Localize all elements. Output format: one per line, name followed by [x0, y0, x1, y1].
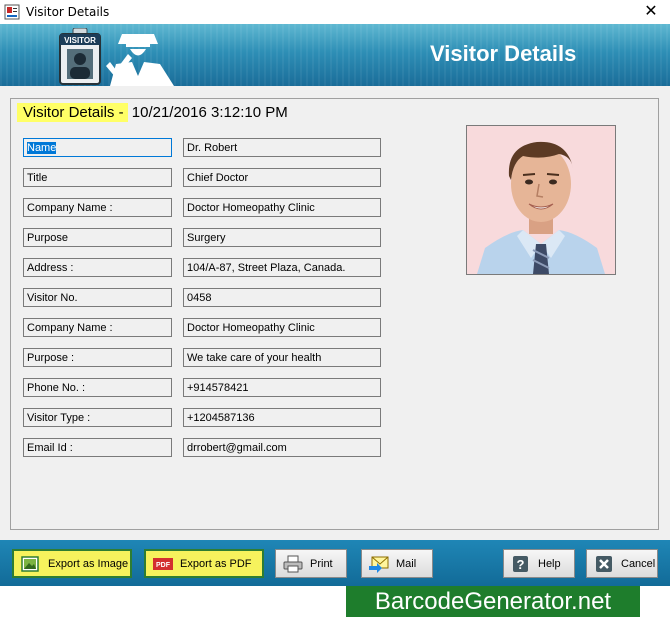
- cancel-icon: [596, 555, 612, 572]
- address-field[interactable]: 104/A-87, Street Plaza, Canada.: [183, 258, 381, 277]
- visitor-badge-icon: VISITOR: [59, 28, 101, 85]
- visitor-portrait-image: [467, 126, 615, 274]
- help-label: Help: [538, 557, 561, 570]
- print-button[interactable]: Print: [275, 549, 347, 578]
- brand-watermark: BarcodeGenerator.net: [346, 586, 640, 617]
- help-button[interactable]: ? Help: [503, 549, 575, 578]
- title-label[interactable]: Title: [23, 168, 172, 187]
- svg-text:?: ?: [517, 557, 525, 572]
- panel-title: Visitor Details - 10/21/2016 3:12:10 PM: [17, 103, 288, 126]
- export-pdf-button[interactable]: PDF Export as PDF: [144, 549, 264, 578]
- panel-title-label: Visitor Details -: [17, 103, 128, 122]
- phone-no-field[interactable]: +914578421: [183, 378, 381, 397]
- close-icon[interactable]: ✕: [632, 0, 670, 24]
- export-pdf-label: Export as PDF: [180, 557, 252, 570]
- export-image-label: Export as Image: [48, 557, 129, 570]
- name-label[interactable]: Name: [23, 138, 172, 157]
- address-label[interactable]: Address :: [23, 258, 172, 277]
- company-name-label[interactable]: Company Name :: [23, 198, 172, 217]
- timestamp: 10/21/2016 3:12:10 PM: [131, 104, 288, 121]
- company-name-field[interactable]: Doctor Homeopathy Clinic: [183, 198, 381, 217]
- purpose-2-field[interactable]: We take care of your health: [183, 348, 381, 367]
- phone-no-label[interactable]: Phone No. :: [23, 378, 172, 397]
- visitor-type-label[interactable]: Visitor Type :: [23, 408, 172, 427]
- pdf-export-icon: PDF: [153, 557, 173, 570]
- email-id-field[interactable]: drrobert@gmail.com: [183, 438, 381, 457]
- export-image-button[interactable]: Export as Image: [12, 549, 132, 578]
- badge-label: VISITOR: [64, 36, 96, 45]
- title-bar: Visitor Details ✕: [0, 0, 670, 24]
- visitor-no-label[interactable]: Visitor No.: [23, 288, 172, 307]
- window-title: Visitor Details: [26, 5, 110, 19]
- name-field[interactable]: Dr. Robert: [183, 138, 381, 157]
- help-icon: ?: [513, 555, 528, 572]
- mail-icon: [369, 556, 389, 573]
- purpose-label[interactable]: Purpose: [23, 228, 172, 247]
- print-label: Print: [310, 557, 333, 570]
- cancel-button[interactable]: Cancel: [586, 549, 658, 578]
- purpose-field[interactable]: Surgery: [183, 228, 381, 247]
- title-field[interactable]: Chief Doctor: [183, 168, 381, 187]
- cancel-label: Cancel: [621, 557, 656, 570]
- header-banner: VISITOR Visitor Details: [0, 24, 670, 86]
- mail-label: Mail: [396, 557, 417, 570]
- mail-button[interactable]: Mail: [361, 549, 433, 578]
- visitor-no-field[interactable]: 0458: [183, 288, 381, 307]
- purpose-2-label[interactable]: Purpose :: [23, 348, 172, 367]
- email-id-label[interactable]: Email Id :: [23, 438, 172, 457]
- company-name-2-label[interactable]: Company Name :: [23, 318, 172, 337]
- pdf-icon-label: PDF: [156, 562, 171, 569]
- company-name-2-field[interactable]: Doctor Homeopathy Clinic: [183, 318, 381, 337]
- visitor-photo: [466, 125, 616, 275]
- printer-icon: [283, 555, 303, 572]
- visitor-type-field[interactable]: +1204587136: [183, 408, 381, 427]
- app-icon: [4, 4, 20, 20]
- security-guard-icon: [106, 34, 174, 86]
- image-export-icon: [21, 555, 39, 572]
- banner-heading: Visitor Details: [430, 41, 577, 66]
